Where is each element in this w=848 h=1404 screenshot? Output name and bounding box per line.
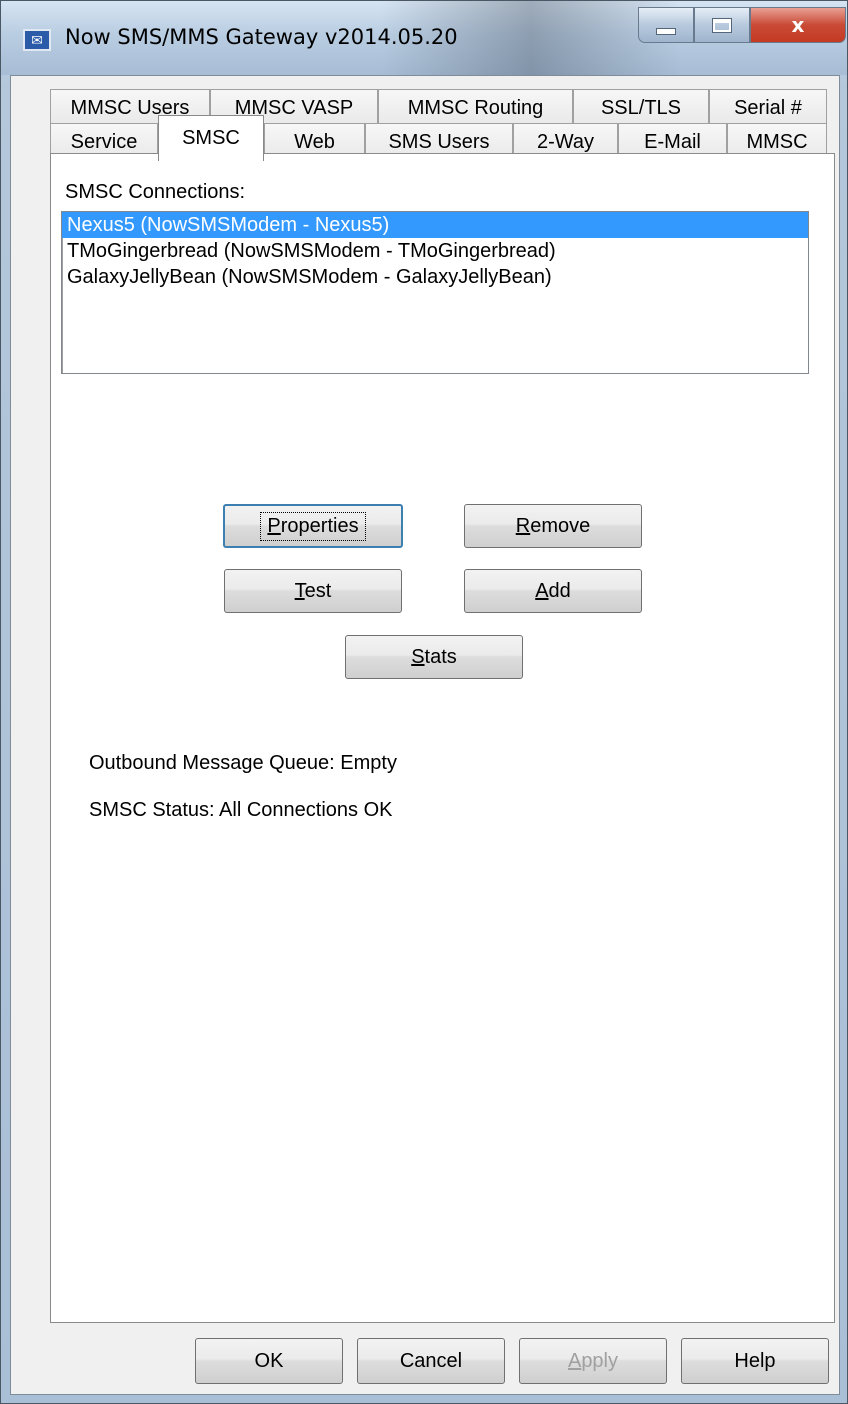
- smsc-connections-list[interactable]: Nexus5 (NowSMSModem - Nexus5) TMoGingerb…: [61, 211, 809, 374]
- stats-button[interactable]: Stats: [345, 635, 523, 679]
- add-button-label: Add: [535, 579, 571, 602]
- apply-button[interactable]: Apply: [519, 1338, 667, 1384]
- outbound-queue-status: Outbound Message Queue: Empty: [89, 752, 397, 774]
- properties-button-label: Properties: [260, 511, 366, 541]
- list-item[interactable]: TMoGingerbread (NowSMSModem - TMoGingerb…: [62, 238, 808, 264]
- add-button[interactable]: Add: [464, 569, 642, 613]
- list-item[interactable]: GalaxyJellyBean (NowSMSModem - GalaxyJel…: [62, 264, 808, 290]
- stats-button-label: Stats: [411, 645, 457, 668]
- properties-button[interactable]: Properties: [223, 504, 403, 548]
- window-title: Now SMS/MMS Gateway v2014.05.20: [65, 25, 458, 49]
- tab-smsc[interactable]: SMSC: [158, 115, 264, 161]
- title-bar[interactable]: ✉ Now SMS/MMS Gateway v2014.05.20 x: [1, 1, 847, 75]
- maximize-icon: [712, 17, 732, 33]
- remove-button[interactable]: Remove: [464, 504, 642, 548]
- tab-mmsc-routing[interactable]: MMSC Routing: [378, 89, 573, 127]
- test-button-label: Test: [294, 579, 332, 602]
- apply-button-label: Apply: [567, 1349, 619, 1372]
- tab-ssl-tls[interactable]: SSL/TLS: [573, 89, 709, 127]
- maximize-button[interactable]: [694, 7, 750, 43]
- test-button[interactable]: Test: [224, 569, 402, 613]
- close-button[interactable]: x: [750, 7, 846, 43]
- close-icon: x: [791, 13, 805, 37]
- help-button[interactable]: Help: [681, 1338, 829, 1384]
- list-item[interactable]: Nexus5 (NowSMSModem - Nexus5): [62, 212, 808, 238]
- app-window: ✉ Now SMS/MMS Gateway v2014.05.20 x MMSC…: [0, 0, 848, 1404]
- remove-button-label: Remove: [515, 514, 591, 537]
- caption-buttons: x: [638, 7, 846, 45]
- smsc-connections-label: SMSC Connections:: [65, 181, 246, 203]
- ok-button[interactable]: OK: [195, 1338, 343, 1384]
- envelope-icon[interactable]: ✉: [23, 29, 51, 51]
- minimize-icon: [656, 27, 676, 35]
- smsc-status: SMSC Status: All Connections OK: [89, 799, 393, 821]
- minimize-button[interactable]: [638, 7, 694, 43]
- cancel-button[interactable]: Cancel: [357, 1338, 505, 1384]
- tab-serial[interactable]: Serial #: [709, 89, 827, 127]
